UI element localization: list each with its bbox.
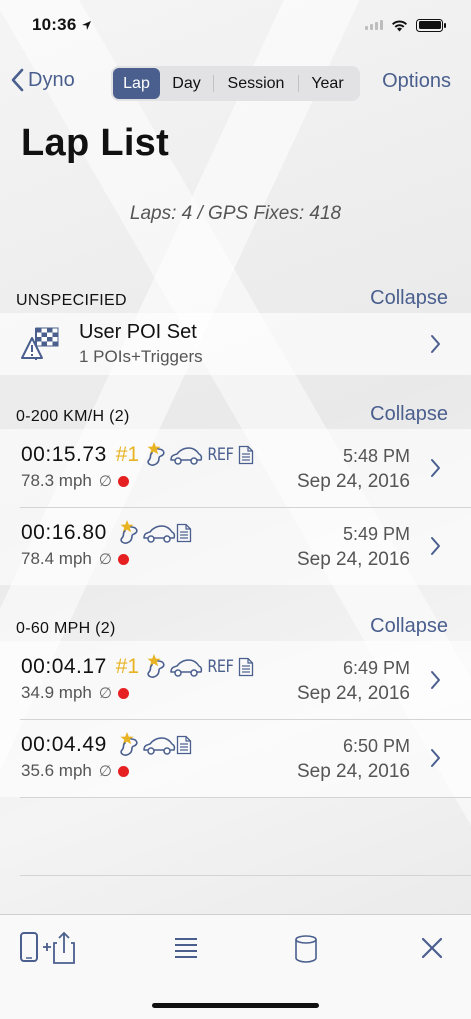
chevron-right-icon (431, 459, 440, 477)
lap-speed: 34.9 mph (21, 683, 92, 702)
section-title: UNSPECIFIED (16, 292, 127, 309)
section-header-0-60: 0-60 MPH (2) Collapse (0, 585, 471, 641)
battery-icon (416, 18, 446, 32)
list-icon[interactable] (174, 937, 198, 959)
checkered-flag-warning-icon (21, 327, 59, 360)
diameter-symbol: ∅ (98, 551, 112, 568)
database-icon[interactable] (294, 935, 318, 963)
track-star-icon (147, 654, 165, 678)
lap-row[interactable]: 00:16.80 78.4 mph ∅ 5:49 PM Sep 24, 2016 (0, 507, 471, 585)
document-icon (238, 657, 254, 677)
document-icon (176, 523, 191, 543)
status-time: 10:36 (32, 15, 77, 34)
lap-clock: 6:50 PM (342, 736, 410, 756)
track-star-icon (120, 520, 138, 544)
car-icon (143, 737, 175, 755)
document-icon (238, 445, 254, 465)
recording-dot-icon (117, 553, 129, 565)
poi-set-row[interactable]: User POI Set 1 POIs+Triggers (0, 313, 471, 375)
location-arrow-icon (82, 20, 92, 30)
lap-date: Sep 24, 2016 (296, 471, 410, 492)
home-indicator (152, 1003, 319, 1008)
wifi-icon (392, 19, 407, 31)
recording-dot-icon (117, 687, 129, 699)
chevron-right-icon (431, 671, 440, 689)
diameter-symbol: ∅ (98, 473, 112, 490)
chevron-right-icon (431, 537, 440, 555)
chevron-right-icon (431, 335, 440, 353)
navigation-bar: Dyno Lap Day Session Year Options (0, 50, 471, 116)
poi-set-title: User POI Set (79, 321, 197, 343)
cellular-signal-icon (365, 20, 383, 30)
car-icon (170, 659, 203, 677)
lap-date: Sep 24, 2016 (296, 761, 410, 782)
poi-set-subtitle: 1 POIs+Triggers (79, 347, 203, 366)
status-bar: 10:36 (0, 0, 471, 50)
share-device-icon[interactable] (19, 931, 77, 965)
lap-speed: 78.3 mph (21, 471, 92, 490)
reference-badge: REF (207, 445, 234, 465)
collapse-button[interactable]: Collapse (370, 615, 448, 638)
lap-clock: 5:49 PM (342, 524, 410, 544)
segment-day[interactable]: Day (160, 68, 213, 99)
section-title: 0-60 MPH (2) (16, 620, 116, 637)
chevron-right-icon (431, 749, 440, 767)
recording-dot-icon (117, 765, 129, 777)
lap-speed: 78.4 mph (21, 549, 92, 568)
lap-date: Sep 24, 2016 (296, 683, 410, 704)
lap-time: 00:16.80 (21, 521, 107, 544)
lap-summary: Laps: 4 / GPS Fixes: 418 (129, 203, 342, 224)
diameter-symbol: ∅ (98, 763, 112, 780)
options-button[interactable]: Options (382, 70, 451, 93)
back-button[interactable]: Dyno (10, 68, 75, 92)
lap-time: 00:04.49 (21, 733, 107, 756)
lap-date: Sep 24, 2016 (296, 549, 410, 570)
track-star-icon (147, 442, 165, 466)
track-star-icon (120, 732, 138, 756)
section-header-0-200: 0-200 KM/H (2) Collapse (0, 375, 471, 429)
diameter-symbol: ∅ (98, 685, 112, 702)
lap-list: 00:04.17 #1 REF 34.9 mph ∅ 6:49 PM Sep 2… (0, 641, 471, 797)
section-title: 0-200 KM/H (2) (16, 408, 130, 425)
chevron-left-icon (11, 68, 24, 92)
lap-speed: 35.6 mph (21, 761, 92, 780)
recording-dot-icon (117, 475, 129, 487)
period-segmented-control: Lap Day Session Year (111, 66, 360, 101)
lap-row[interactable]: 00:15.73 #1 REF 78.3 mph ∅ 5:48 PM Sep 2… (0, 429, 471, 507)
rank-badge: #1 (115, 443, 140, 466)
segment-year[interactable]: Year (299, 68, 356, 99)
car-icon (143, 525, 175, 543)
empty-row-separator (20, 798, 471, 876)
lap-list: 00:15.73 #1 REF 78.3 mph ∅ 5:48 PM Sep 2… (0, 429, 471, 585)
page-title: Lap List (21, 122, 170, 164)
lap-row[interactable]: 00:04.17 #1 REF 34.9 mph ∅ 6:49 PM Sep 2… (0, 641, 471, 719)
back-label: Dyno (28, 68, 75, 91)
lap-clock: 5:48 PM (342, 446, 410, 466)
collapse-button[interactable]: Collapse (370, 403, 448, 426)
reference-badge: REF (207, 657, 234, 677)
rank-badge: #1 (115, 655, 140, 678)
lap-clock: 6:49 PM (342, 658, 410, 678)
close-icon[interactable] (421, 937, 443, 959)
lap-time: 00:04.17 (21, 655, 107, 678)
collapse-button[interactable]: Collapse (370, 287, 448, 310)
lap-time: 00:15.73 (21, 443, 107, 466)
section-header-unspecified: UNSPECIFIED Collapse (0, 259, 471, 313)
segment-session[interactable]: Session (214, 68, 298, 99)
lap-row[interactable]: 00:04.49 35.6 mph ∅ 6:50 PM Sep 24, 2016 (0, 719, 471, 797)
segment-lap[interactable]: Lap (113, 68, 160, 99)
document-icon (176, 735, 191, 755)
car-icon (170, 447, 203, 465)
